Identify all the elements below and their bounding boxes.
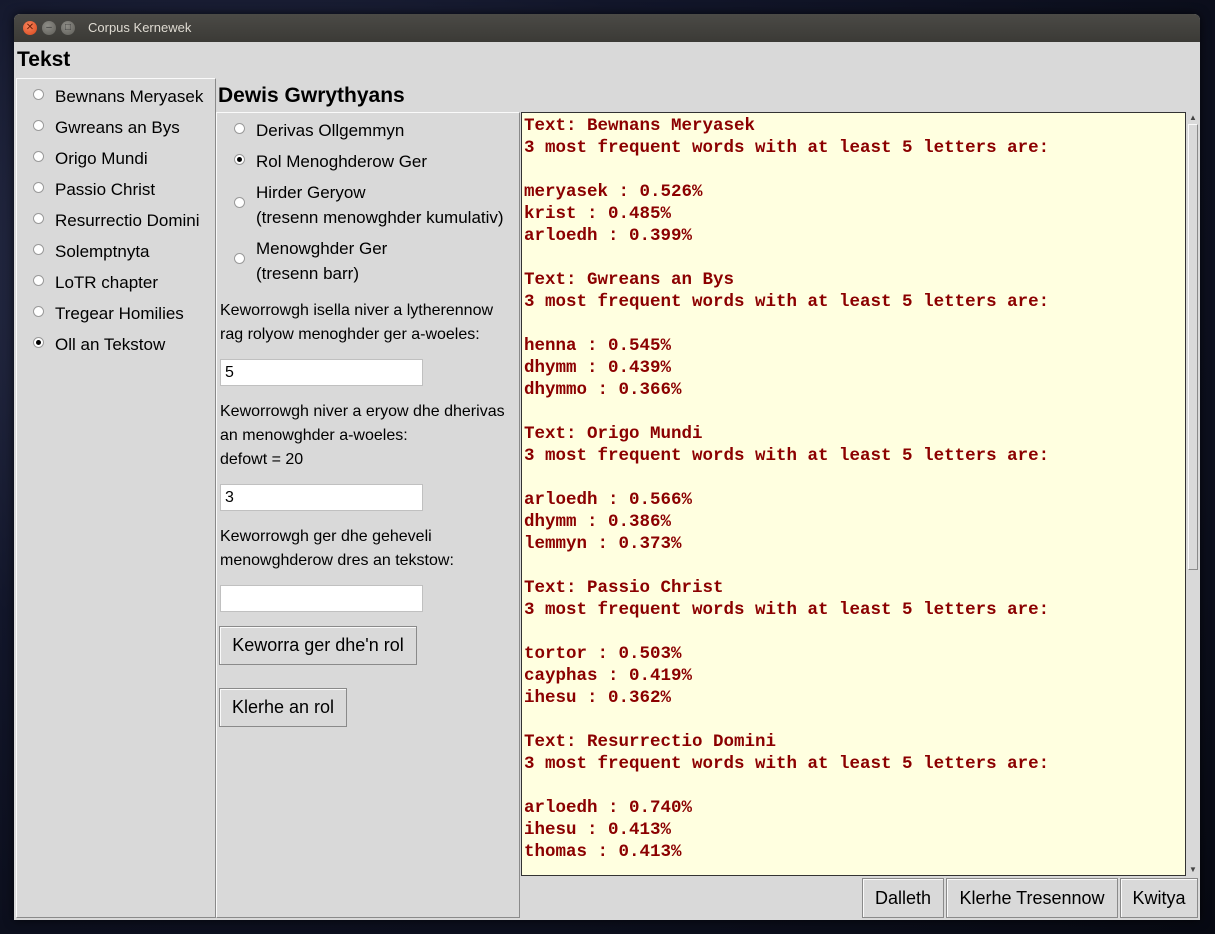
compare-word-input[interactable] bbox=[220, 585, 423, 612]
radio-indicator[interactable] bbox=[33, 306, 44, 317]
radio-label: Rol Menoghderow Ger bbox=[256, 152, 428, 171]
radio-label-line2: (tresenn menowghder kumulativ) bbox=[256, 208, 504, 227]
radio-label: Resurrectio Domini bbox=[55, 211, 200, 230]
functions-heading: Dewis Gwrythyans bbox=[218, 84, 405, 107]
prompt-line: defowt = 20 bbox=[220, 451, 304, 468]
num-words-prompt: Keworrowgh niver a eryow dhe dherivas an… bbox=[220, 400, 505, 472]
prompt-line: menowghderow dres an tekstow: bbox=[220, 552, 454, 569]
radio-indicator[interactable] bbox=[234, 123, 245, 134]
min-letters-prompt: Keworrowgh isella niver a lytherennow ra… bbox=[220, 299, 493, 347]
clear-list-button[interactable]: Klerhe an rol bbox=[219, 688, 347, 727]
texts-heading: Tekst bbox=[17, 48, 71, 71]
radio-indicator[interactable] bbox=[33, 89, 44, 100]
scrollbar-thumb[interactable] bbox=[1188, 124, 1198, 570]
radio-label-line2: (tresenn barr) bbox=[256, 264, 359, 283]
radio-indicator-selected[interactable] bbox=[234, 154, 245, 165]
radio-indicator[interactable] bbox=[33, 120, 44, 131]
radio-label-line1: Hirder Geryow bbox=[256, 183, 366, 202]
output-text: Text: Bewnans Meryasek 3 most frequent w… bbox=[524, 116, 1050, 862]
quit-button[interactable]: Kwitya bbox=[1120, 878, 1198, 918]
maximize-icon[interactable]: □ bbox=[61, 21, 75, 35]
radio-label: LoTR chapter bbox=[55, 273, 158, 292]
radio-indicator[interactable] bbox=[33, 275, 44, 286]
radio-indicator[interactable] bbox=[33, 182, 44, 193]
prompt-line: Keworrowgh ger dhe geheveli bbox=[220, 528, 432, 545]
radio-label-line1: Menowghder Ger bbox=[256, 239, 388, 258]
radio-label: Bewnans Meryasek bbox=[55, 87, 204, 106]
output-scrollbar[interactable]: ▲ ▼ bbox=[1187, 112, 1199, 876]
prompt-line: Keworrowgh isella niver a lytherennow bbox=[220, 302, 494, 319]
start-button[interactable]: Dalleth bbox=[862, 878, 944, 918]
radio-indicator[interactable] bbox=[33, 244, 44, 255]
radio-indicator[interactable] bbox=[33, 213, 44, 224]
radio-indicator[interactable] bbox=[234, 253, 245, 264]
prompt-line: rag rolyow menoghder ger a-woeles: bbox=[220, 326, 480, 343]
radio-label: Oll an Tekstow bbox=[55, 335, 166, 354]
radio-indicator[interactable] bbox=[33, 151, 44, 162]
radio-label: Derivas Ollgemmyn bbox=[256, 121, 405, 140]
app-window: ✕ – □ Corpus Kernewek Tekst Bewnans Mery… bbox=[14, 14, 1200, 920]
radio-label: Solemptnyta bbox=[55, 242, 150, 261]
radio-indicator-selected[interactable] bbox=[33, 337, 44, 348]
add-word-button[interactable]: Keworra ger dhe'n rol bbox=[219, 626, 417, 665]
window-title: Corpus Kernewek bbox=[88, 20, 192, 35]
radio-label: Tregear Homilies bbox=[55, 304, 184, 323]
radio-label: Gwreans an Bys bbox=[55, 118, 180, 137]
minimize-icon[interactable]: – bbox=[42, 21, 56, 35]
compare-word-prompt: Keworrowgh ger dhe geheveli menowghderow… bbox=[220, 525, 454, 573]
num-words-input[interactable] bbox=[220, 484, 423, 511]
prompt-line: Keworrowgh niver a eryow dhe dherivas bbox=[220, 403, 505, 420]
title-bar: ✕ – □ Corpus Kernewek bbox=[14, 14, 1200, 42]
min-letters-input[interactable] bbox=[220, 359, 423, 386]
radio-label: Origo Mundi bbox=[55, 149, 148, 168]
texts-panel: Bewnans Meryasek Gwreans an Bys Origo Mu… bbox=[16, 78, 216, 918]
close-icon[interactable]: ✕ bbox=[23, 21, 37, 35]
functions-panel: Derivas Ollgemmyn Rol Menoghderow Ger Hi… bbox=[216, 112, 520, 918]
radio-label: Passio Christ bbox=[55, 180, 156, 199]
output-text-area[interactable]: Text: Bewnans Meryasek 3 most frequent w… bbox=[521, 112, 1186, 876]
prompt-line: an menowghder a-woeles: bbox=[220, 427, 408, 444]
scroll-up-arrow-icon[interactable]: ▲ bbox=[1187, 112, 1199, 124]
radio-indicator[interactable] bbox=[234, 197, 245, 208]
scroll-down-arrow-icon[interactable]: ▼ bbox=[1187, 864, 1199, 876]
clear-plots-button[interactable]: Klerhe Tresennow bbox=[946, 878, 1118, 918]
